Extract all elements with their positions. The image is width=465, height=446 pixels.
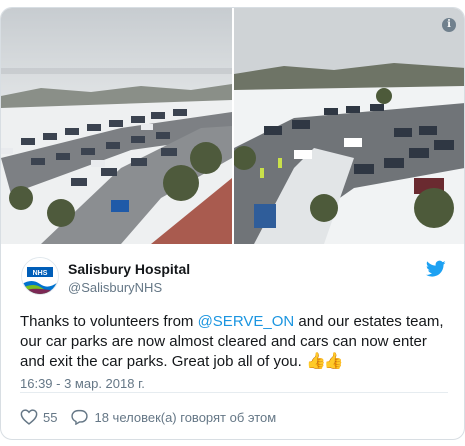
tweet-header: NHS Salisbury Hospital @SalisburyNHS [1, 244, 464, 298]
tweet-timestamp[interactable]: 16:39 - 3 мар. 2018 г. [1, 372, 464, 391]
car-park-photo-left [1, 8, 232, 244]
nhs-logo-icon: NHS [22, 258, 58, 294]
info-icon[interactable]: i [442, 18, 456, 32]
speech-bubble-icon[interactable] [71, 409, 89, 425]
mention-link[interactable]: @SERVE_ON [198, 313, 295, 330]
thumbs-up-emoji: 👍👍 [305, 353, 344, 370]
heart-icon[interactable] [20, 409, 38, 425]
twitter-bird-icon[interactable] [426, 260, 446, 278]
photo-right[interactable]: i [233, 8, 464, 244]
conversation-count[interactable]: 18 человек(а) говорят об этом [94, 410, 276, 425]
photo-left[interactable] [1, 8, 232, 244]
tweet-actions: 55 18 человек(а) говорят об этом [20, 409, 276, 425]
like-count[interactable]: 55 [43, 410, 57, 425]
author-handle[interactable]: @SalisburyNHS [68, 280, 162, 295]
tweet-text: Thanks to volunteers from @SERVE_ON and … [1, 298, 464, 372]
divider [20, 392, 448, 393]
tweet-media[interactable]: i [1, 8, 464, 244]
tweet-text-start: Thanks to volunteers from [20, 313, 198, 330]
svg-text:NHS: NHS [33, 270, 48, 277]
car-park-photo-right [233, 8, 464, 244]
author-name[interactable]: Salisbury Hospital [68, 261, 190, 277]
avatar[interactable]: NHS [21, 257, 59, 295]
tweet-card[interactable]: i NHS Salisbury Hospital @SalisburyNHS T… [0, 7, 465, 440]
